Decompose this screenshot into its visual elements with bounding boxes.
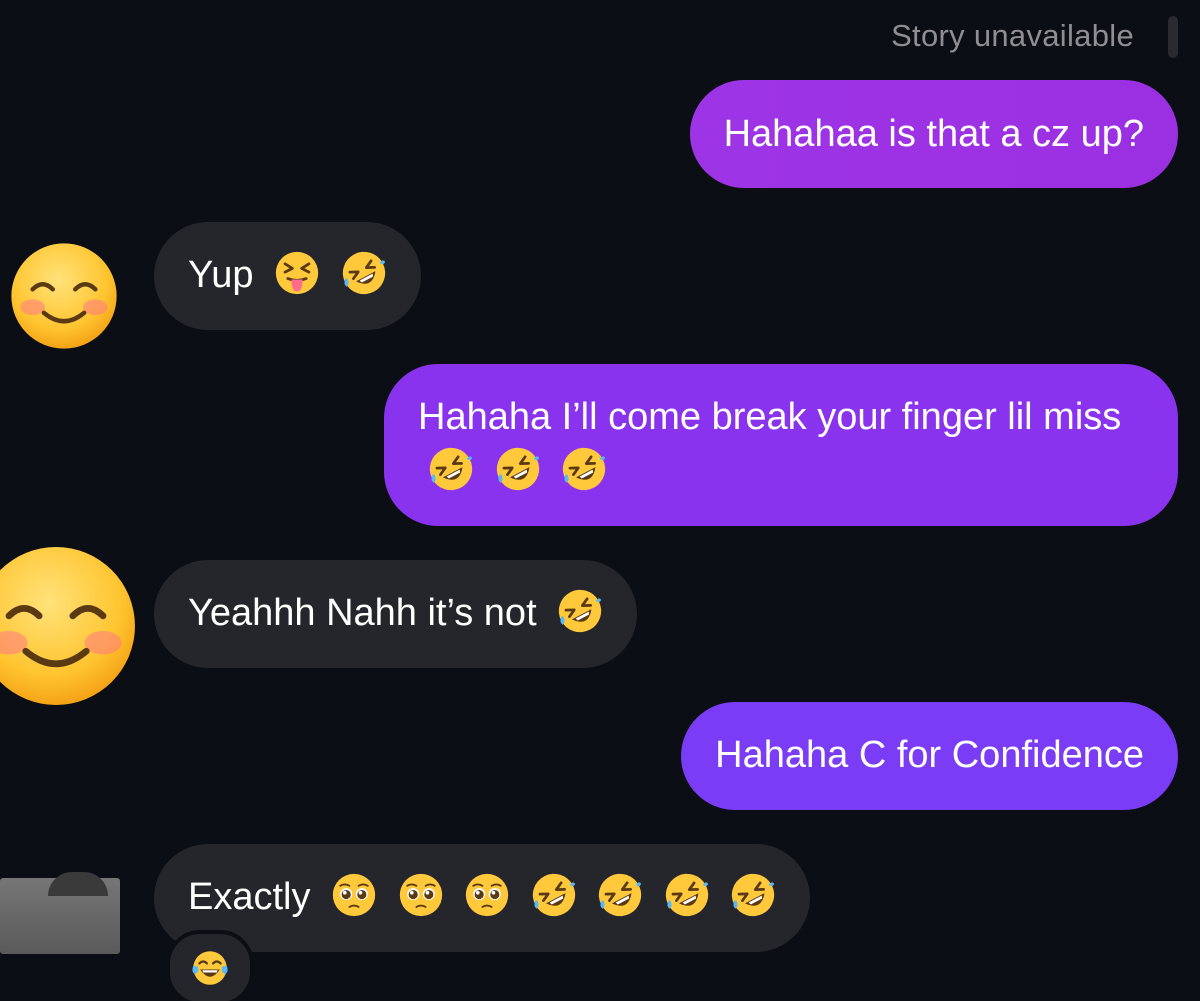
rofl-emoji-icon	[342, 251, 385, 295]
rofl-emoji-icon	[599, 873, 642, 917]
chat-thread: Story unavailable Hahahaa is that a cz u…	[0, 0, 1200, 1001]
pleading-emoji-icon	[332, 873, 376, 917]
message-text: Exactly	[188, 876, 311, 918]
tears-of-joy-emoji-icon	[192, 951, 228, 985]
story-unavailable-label: Story unavailable	[891, 18, 1134, 53]
rofl-emoji-icon	[496, 447, 539, 491]
pleading-emoji-icon	[466, 873, 509, 917]
rofl-emoji-icon	[562, 447, 606, 491]
message-bubble-incoming[interactable]: Exactly	[154, 844, 811, 952]
message-text: Hahaha I’ll come break your finger lil m…	[418, 396, 1122, 438]
message-bubble-outgoing[interactable]: Hahaha I’ll come break your finger lil m…	[384, 364, 1178, 526]
message-text: Yeahhh Nahh it’s not	[188, 592, 537, 634]
message-reaction-badge[interactable]	[166, 930, 254, 1001]
message-text: Hahahaa is that a cz up?	[723, 113, 1144, 155]
scroll-indicator[interactable]	[1168, 16, 1178, 58]
message-bubble-incoming[interactable]: Yeahhh Nahh it’s not	[154, 560, 638, 668]
rofl-emoji-icon	[665, 873, 709, 917]
rofl-emoji-icon	[559, 589, 602, 633]
message-bubble-outgoing[interactable]: Hahahaa is that a cz up?	[689, 80, 1178, 188]
message-text: Hahaha C for Confidence	[715, 734, 1144, 776]
contact-avatar-photo[interactable]	[0, 872, 120, 954]
rofl-emoji-icon	[532, 873, 575, 917]
contact-avatar-smiling-face-icon[interactable]	[0, 542, 140, 710]
rofl-emoji-icon	[732, 873, 775, 917]
message-text: Yup	[188, 254, 254, 296]
message-bubble-incoming[interactable]: Yup	[154, 222, 421, 330]
rofl-emoji-icon	[429, 447, 473, 491]
pleading-emoji-icon	[399, 873, 442, 917]
contact-avatar-smiling-face-icon[interactable]	[8, 240, 120, 352]
message-bubble-outgoing[interactable]: Hahaha C for Confidence	[681, 702, 1178, 810]
squinting-tongue-emoji-icon	[275, 251, 319, 295]
